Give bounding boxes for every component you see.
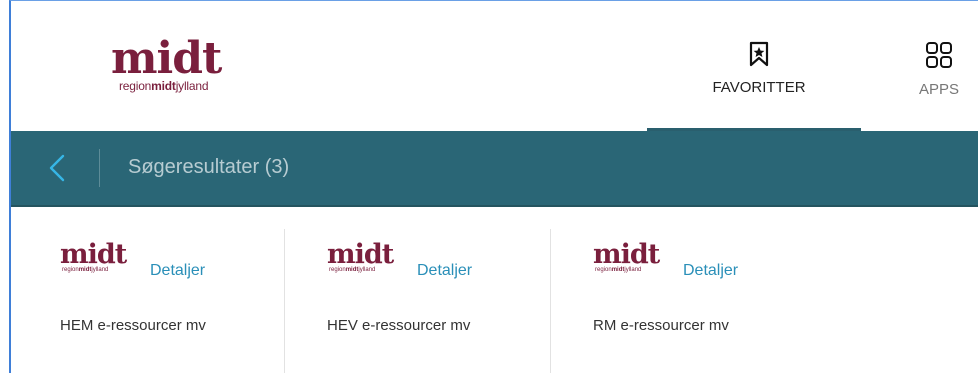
app-header: midt regionmidtjylland FAVORITTER APPS [11, 1, 978, 131]
favorites-button[interactable]: FAVORITTER [704, 41, 814, 96]
search-results-bar: Søgeresultater (3) [11, 131, 978, 207]
result-logo-wordmark: midt [60, 239, 127, 270]
result-card[interactable]: midt regionmidtjylland Detaljer HEV e-re… [327, 232, 587, 372]
card-divider [284, 229, 285, 373]
region-midtjylland-logo[interactable]: midt regionmidtjylland [111, 33, 261, 94]
page-title: Søgeresultater (3) [128, 156, 290, 178]
back-button[interactable] [45, 153, 69, 183]
favorites-label: FAVORITTER [712, 79, 806, 96]
apps-label: APPS [918, 81, 960, 98]
result-name: RM e-ressourcer mv [593, 317, 729, 334]
grid-apps-icon [926, 42, 952, 68]
result-logo: midt regionmidtjylland [60, 239, 145, 273]
result-logo-wordmark: midt [593, 239, 660, 270]
chevron-left-icon [49, 154, 65, 182]
result-logo: midt regionmidtjylland [327, 239, 412, 273]
result-logo-subtitle: regionmidtjylland [62, 267, 109, 273]
details-link[interactable]: Detaljer [683, 262, 738, 280]
app-frame: midt regionmidtjylland FAVORITTER APPS S… [9, 0, 978, 373]
results-list: midt regionmidtjylland Detaljer HEM e-re… [11, 207, 978, 373]
bookmark-star-icon [749, 41, 769, 67]
result-card[interactable]: midt regionmidtjylland Detaljer HEM e-re… [60, 232, 320, 372]
result-card[interactable]: midt regionmidtjylland Detaljer RM e-res… [593, 232, 853, 372]
result-logo-subtitle: regionmidtjylland [595, 267, 642, 273]
result-logo-wordmark: midt [327, 239, 394, 270]
logo-wordmark: midt [111, 33, 222, 84]
result-name: HEV e-ressourcer mv [327, 317, 471, 334]
result-name: HEM e-ressourcer mv [60, 317, 206, 334]
result-logo: midt regionmidtjylland [593, 239, 678, 273]
card-divider [550, 229, 551, 373]
details-link[interactable]: Detaljer [150, 262, 205, 280]
result-logo-subtitle: regionmidtjylland [329, 267, 376, 273]
logo-subtitle: regionmidtjylland [119, 79, 209, 93]
details-link[interactable]: Detaljer [417, 262, 472, 280]
bar-divider [99, 149, 100, 187]
apps-button[interactable]: APPS [911, 41, 967, 98]
